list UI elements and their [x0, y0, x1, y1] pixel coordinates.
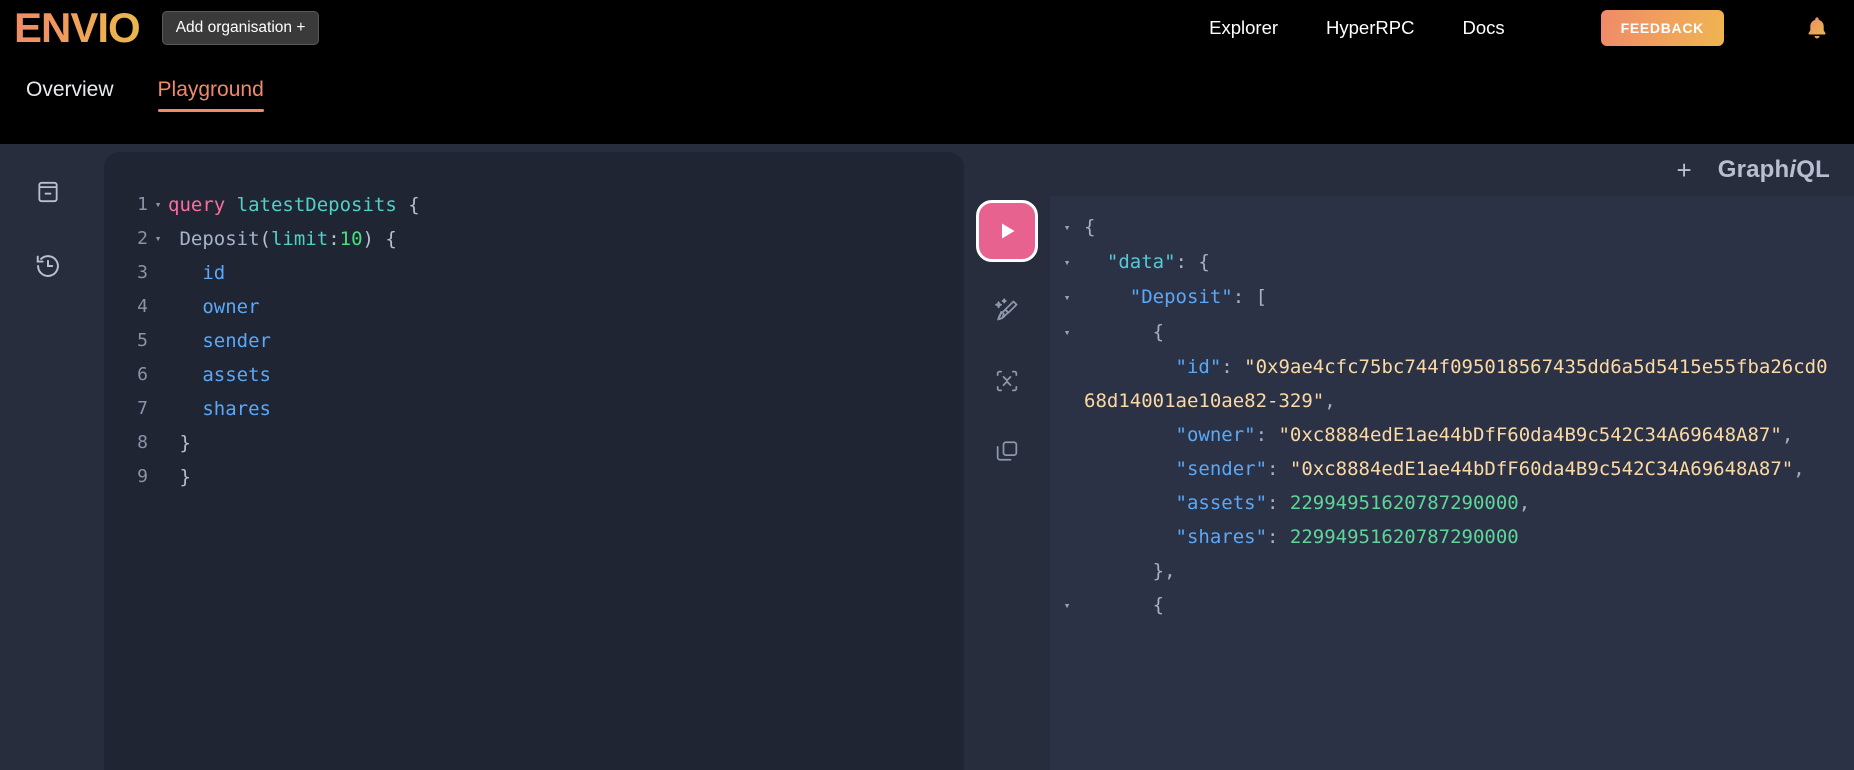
prettify-broom-icon[interactable]	[986, 290, 1028, 332]
response-line-source: "sender": "0xc8884edE1ae44bDfF60da4B9c54…	[1175, 458, 1805, 480]
line-source: Deposit(limit:10) {	[179, 228, 397, 250]
nav-link-docs[interactable]: Docs	[1462, 17, 1504, 39]
fold-toggle-icon[interactable]: ▾	[148, 222, 168, 256]
graphiql-container: + GraphiQL 1 ▾ query latestDeposits {2 ▾ De…	[0, 144, 1854, 770]
response-line: "assets": 22994951620787290000,	[1050, 486, 1836, 520]
line-number: 9	[137, 466, 148, 487]
response-line: "sender": "0xc8884edE1ae44bDfF60da4B9c54…	[1050, 452, 1836, 486]
tab-overview[interactable]: Overview	[4, 56, 136, 122]
fold-toggle-icon[interactable]: ▾	[1050, 588, 1084, 623]
line-number: 6	[137, 364, 148, 385]
tab-playground[interactable]: Playground	[136, 56, 286, 122]
feedback-button[interactable]: FEEDBACK	[1600, 10, 1724, 46]
fold-toggle-icon	[1050, 350, 1084, 351]
app-header: ENVIO Add organisation + Explorer HyperR…	[0, 0, 1854, 56]
merge-collapse-icon[interactable]	[986, 360, 1028, 402]
query-editor-code[interactable]: 1 ▾ query latestDeposits {2 ▾ Deposit(limit…	[104, 152, 964, 770]
response-line: ▾ "Deposit": [	[1050, 280, 1836, 315]
envio-logo[interactable]: ENVIO	[6, 7, 146, 49]
fold-toggle-icon	[1050, 486, 1084, 487]
execute-toolbar	[964, 196, 1050, 770]
response-panel[interactable]: ▾{▾ "data": {▾ "Deposit": [▾ { "id": "0x…	[1050, 196, 1854, 770]
editor-line: 1 ▾ query latestDeposits {	[104, 188, 964, 222]
line-number: 2	[137, 228, 148, 249]
graphiql-logo: GraphiQL	[1717, 156, 1830, 183]
fold-toggle-icon[interactable]: ▾	[1050, 210, 1084, 245]
response-line: },	[1050, 554, 1836, 588]
response-line-source: {	[1084, 594, 1165, 616]
graphiql-sidebar	[0, 144, 96, 770]
line-source: }	[168, 432, 191, 454]
fold-toggle-icon	[1050, 418, 1084, 419]
graphiql-panes: 1 ▾ query latestDeposits {2 ▾ Deposit(limit…	[96, 152, 1854, 770]
response-line-source: "owner": "0xc8884edE1ae44bDfF60da4B9c542…	[1175, 424, 1794, 446]
editor-line: 9 }	[104, 460, 964, 494]
response-line: ▾ {	[1050, 315, 1836, 350]
response-line: ▾{	[1050, 210, 1836, 245]
fold-toggle-icon[interactable]: ▾	[1050, 245, 1084, 280]
bell-icon[interactable]	[1802, 11, 1832, 45]
response-line-source: "data": {	[1106, 251, 1210, 273]
response-line-source: "Deposit": [	[1129, 286, 1268, 308]
execute-query-button[interactable]	[976, 200, 1038, 262]
line-source: shares	[202, 398, 271, 420]
copy-icon[interactable]	[986, 430, 1028, 472]
editor-line: 5 sender	[104, 324, 964, 358]
line-source: query latestDeposits {	[168, 194, 420, 216]
line-number: 5	[137, 330, 148, 351]
nav-link-hyperrpc[interactable]: HyperRPC	[1326, 17, 1414, 39]
line-number: 7	[137, 398, 148, 419]
line-source: owner	[202, 296, 260, 318]
line-number: 3	[137, 262, 148, 283]
line-number: 4	[137, 296, 148, 317]
editor-line: 8 }	[104, 426, 964, 460]
line-source: }	[168, 466, 191, 488]
line-number: 8	[137, 432, 148, 453]
response-line-source: {	[1084, 216, 1096, 238]
page-tabs: Overview Playground	[0, 56, 1854, 144]
nav-link-explorer[interactable]: Explorer	[1209, 17, 1278, 39]
fold-toggle-icon	[1050, 554, 1084, 555]
response-line: "shares": 22994951620787290000	[1050, 520, 1836, 554]
fold-toggle-icon[interactable]: ▾	[148, 188, 168, 222]
response-line-source: "assets": 22994951620787290000,	[1175, 492, 1531, 514]
graphiql-sessions: + GraphiQL 1 ▾ query latestDeposits {2 ▾ De…	[96, 144, 1854, 770]
editor-line: 4 owner	[104, 290, 964, 324]
response-line-source: "id": "0x9ae4cfc75bc744f095018567435dd6a…	[1084, 356, 1828, 412]
fold-toggle-icon	[1050, 452, 1084, 453]
response-line-source: },	[1084, 560, 1176, 582]
response-line-source: {	[1084, 321, 1165, 343]
main-nav: Explorer HyperRPC Docs FEEDBACK	[1209, 10, 1832, 46]
response-line: "id": "0x9ae4cfc75bc744f095018567435dd6a…	[1050, 350, 1836, 418]
editor-line: 7 shares	[104, 392, 964, 426]
add-tab-button[interactable]: +	[1669, 157, 1700, 183]
fold-toggle-icon[interactable]: ▾	[1050, 280, 1084, 315]
editor-line: 6 assets	[104, 358, 964, 392]
response-line: ▾ {	[1050, 588, 1836, 623]
line-source: sender	[202, 330, 271, 352]
fold-toggle-icon	[1050, 520, 1084, 521]
add-organisation-button[interactable]: Add organisation +	[161, 11, 320, 45]
history-clock-icon[interactable]	[28, 246, 68, 286]
line-number: 1	[137, 194, 148, 215]
response-line: ▾ "data": {	[1050, 245, 1836, 280]
docs-book-icon[interactable]	[28, 172, 68, 212]
line-source: assets	[202, 364, 271, 386]
line-source: id	[202, 262, 226, 284]
editor-line: 3 id	[104, 256, 964, 290]
fold-toggle-icon[interactable]: ▾	[1050, 315, 1084, 350]
query-editor-panel[interactable]: 1 ▾ query latestDeposits {2 ▾ Deposit(limit…	[104, 152, 964, 770]
response-line-source: "shares": 22994951620787290000	[1175, 526, 1519, 548]
editor-line: 2 ▾ Deposit(limit:10) {	[104, 222, 964, 256]
response-line: "owner": "0xc8884edE1ae44bDfF60da4B9c542…	[1050, 418, 1836, 452]
